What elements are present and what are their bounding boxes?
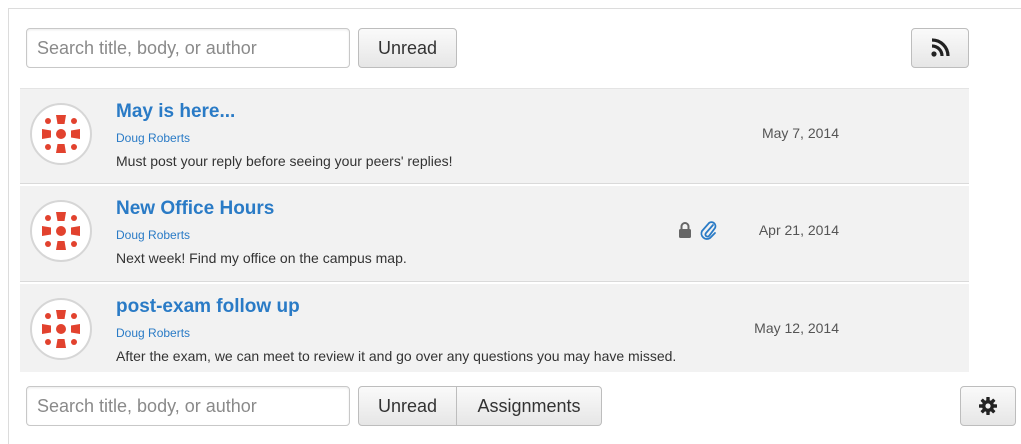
top-unread-label: Unread bbox=[377, 37, 438, 58]
top-search-input[interactable] bbox=[26, 28, 350, 68]
discussion-author[interactable]: Doug Roberts bbox=[116, 326, 190, 340]
discussion-message: After the exam, we can meet to review it… bbox=[116, 348, 677, 364]
gear-icon bbox=[979, 397, 997, 415]
discussion-message: Must post your reply before seeing your … bbox=[116, 153, 453, 169]
discussion-date: Apr 21, 2014 bbox=[758, 222, 839, 238]
discussion-row[interactable]: post-exam follow up Doug Roberts After t… bbox=[20, 284, 969, 372]
discussion-author[interactable]: Doug Roberts bbox=[116, 228, 190, 242]
avatar bbox=[30, 103, 92, 165]
discussion-row[interactable]: May is here... Doug Roberts Must post yo… bbox=[20, 88, 969, 184]
bottom-search-input[interactable] bbox=[26, 386, 350, 426]
rss-icon bbox=[931, 38, 950, 57]
canvas-logo-icon bbox=[42, 113, 80, 153]
bottom-unread-button[interactable]: Unread bbox=[358, 386, 457, 426]
avatar bbox=[30, 298, 92, 360]
settings-button[interactable] bbox=[960, 386, 1016, 426]
discussion-message: Next week! Find my office on the campus … bbox=[116, 250, 407, 266]
discussion-date: May 12, 2014 bbox=[754, 320, 839, 336]
rss-feed-button[interactable] bbox=[911, 28, 969, 68]
assignments-label: Assignments bbox=[477, 395, 581, 416]
canvas-logo-icon bbox=[42, 212, 80, 250]
discussion-title[interactable]: New Office Hours bbox=[116, 198, 274, 220]
discussion-title[interactable]: May is here... bbox=[116, 101, 235, 123]
discussion-row[interactable]: New Office Hours Doug Roberts Next week!… bbox=[20, 186, 969, 282]
lock-icon bbox=[679, 222, 691, 238]
avatar bbox=[30, 200, 92, 262]
assignments-button[interactable]: Assignments bbox=[457, 386, 602, 426]
discussion-title[interactable]: post-exam follow up bbox=[116, 296, 300, 318]
paperclip-icon bbox=[700, 221, 717, 240]
discussion-author[interactable]: Doug Roberts bbox=[116, 131, 190, 145]
discussion-date: May 7, 2014 bbox=[761, 125, 839, 141]
top-unread-button[interactable]: Unread bbox=[358, 28, 457, 68]
canvas-logo-icon bbox=[42, 310, 80, 348]
bottom-unread-label: Unread bbox=[377, 395, 438, 416]
discussion-status-icons bbox=[678, 220, 718, 240]
